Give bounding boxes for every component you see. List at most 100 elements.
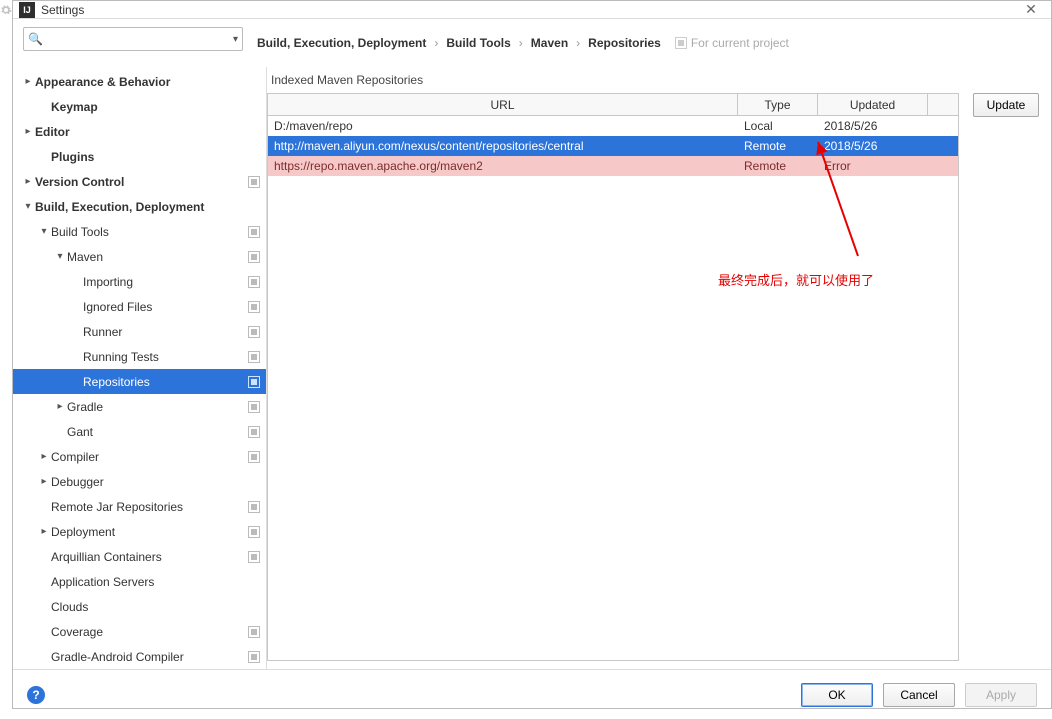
tree-item-label: Build, Execution, Deployment — [35, 200, 260, 214]
tree-item-label: Arquillian Containers — [51, 550, 248, 564]
module-icon — [248, 451, 260, 463]
tree-item-plugins[interactable]: Plugins — [13, 144, 266, 169]
help-icon[interactable]: ? — [27, 686, 45, 704]
cell-updated: 2018/5/26 — [818, 116, 928, 136]
tree-item-gradle[interactable]: ▸Gradle — [13, 394, 266, 419]
twisty-icon: ▸ — [37, 451, 51, 462]
module-icon — [248, 226, 260, 238]
ok-button[interactable]: OK — [801, 683, 873, 707]
tree-item-ignored-files[interactable]: Ignored Files — [13, 294, 266, 319]
search-input-wrap[interactable]: 🔍 ▾ — [23, 27, 243, 51]
tree-item-application-servers[interactable]: Application Servers — [13, 569, 266, 594]
update-button[interactable]: Update — [973, 93, 1039, 117]
col-spacer — [928, 94, 958, 115]
tree-item-arquillian-containers[interactable]: Arquillian Containers — [13, 544, 266, 569]
tree-item-appearance-behavior[interactable]: ▸Appearance & Behavior — [13, 69, 266, 94]
tree-item-importing[interactable]: Importing — [13, 269, 266, 294]
tree-item-label: Runner — [83, 325, 248, 339]
tree-item-editor[interactable]: ▸Editor — [13, 119, 266, 144]
tree-item-repositories[interactable]: Repositories — [13, 369, 266, 394]
module-icon — [248, 301, 260, 313]
cell-type: Remote — [738, 156, 818, 176]
crumb-0[interactable]: Build, Execution, Deployment — [257, 36, 426, 50]
table-header: URL Type Updated — [268, 94, 958, 116]
breadcrumb: Build, Execution, Deployment › Build Too… — [253, 19, 1051, 67]
twisty-icon: ▾ — [21, 201, 35, 212]
tree-item-label: Build Tools — [51, 225, 248, 239]
settings-dialog: IJ Settings ✕ 🔍 ▾ Build, Execution, Depl… — [12, 0, 1052, 709]
cell-url: http://maven.aliyun.com/nexus/content/re… — [268, 136, 738, 156]
cell-type: Remote — [738, 136, 818, 156]
cell-spacer — [928, 156, 958, 176]
app-icon: IJ — [19, 2, 35, 18]
repositories-table: URL Type Updated D:/maven/repoLocal2018/… — [267, 93, 959, 661]
module-icon — [248, 551, 260, 563]
chevron-right-icon: › — [576, 36, 580, 50]
tree-item-clouds[interactable]: Clouds — [13, 594, 266, 619]
apply-button[interactable]: Apply — [965, 683, 1037, 707]
module-icon — [248, 526, 260, 538]
table-row[interactable]: D:/maven/repoLocal2018/5/26 — [268, 116, 958, 136]
tree-item-running-tests[interactable]: Running Tests — [13, 344, 266, 369]
module-icon — [248, 501, 260, 513]
col-updated[interactable]: Updated — [818, 94, 928, 115]
module-icon — [248, 426, 260, 438]
tree-item-label: Maven — [67, 250, 248, 264]
close-icon[interactable]: ✕ — [1017, 1, 1045, 18]
module-icon — [248, 276, 260, 288]
dialog-footer: ? OK Cancel Apply — [13, 669, 1051, 719]
tree-item-debugger[interactable]: ▸Debugger — [13, 469, 266, 494]
tree-item-coverage[interactable]: Coverage — [13, 619, 266, 644]
tree-item-label: Ignored Files — [83, 300, 248, 314]
cell-url: https://repo.maven.apache.org/maven2 — [268, 156, 738, 176]
tree-item-compiler[interactable]: ▸Compiler — [13, 444, 266, 469]
tree-item-label: Compiler — [51, 450, 248, 464]
search-input[interactable] — [45, 32, 233, 46]
tree-item-label: Keymap — [51, 100, 260, 114]
section-title: Indexed Maven Repositories — [267, 69, 1039, 93]
tree-item-deployment[interactable]: ▸Deployment — [13, 519, 266, 544]
twisty-icon: ▸ — [53, 401, 67, 412]
col-type[interactable]: Type — [738, 94, 818, 115]
tree-item-build-tools[interactable]: ▾Build Tools — [13, 219, 266, 244]
twisty-icon: ▸ — [37, 526, 51, 537]
twisty-icon: ▸ — [21, 176, 35, 187]
tree-item-gant[interactable]: Gant — [13, 419, 266, 444]
for-current-project: For current project — [675, 36, 789, 50]
gear-icon — [0, 4, 12, 16]
tree-item-build-execution-deployment[interactable]: ▾Build, Execution, Deployment — [13, 194, 266, 219]
crumb-2[interactable]: Maven — [531, 36, 568, 50]
tree-item-label: Plugins — [51, 150, 260, 164]
tree-item-keymap[interactable]: Keymap — [13, 94, 266, 119]
settings-tree[interactable]: ▸Appearance & BehaviorKeymap▸EditorPlugi… — [13, 67, 267, 669]
tree-item-runner[interactable]: Runner — [13, 319, 266, 344]
col-url[interactable]: URL — [268, 94, 738, 115]
tree-item-gradle-android-compiler[interactable]: Gradle-Android Compiler — [13, 644, 266, 669]
tree-item-label: Debugger — [51, 475, 260, 489]
tree-item-label: Editor — [35, 125, 260, 139]
tree-item-label: Clouds — [51, 600, 260, 614]
titlebar: IJ Settings ✕ — [13, 1, 1051, 19]
tree-item-maven[interactable]: ▾Maven — [13, 244, 266, 269]
crumb-1[interactable]: Build Tools — [446, 36, 510, 50]
tree-item-label: Remote Jar Repositories — [51, 500, 248, 514]
chevron-down-icon[interactable]: ▾ — [233, 34, 238, 45]
tree-item-label: Application Servers — [51, 575, 260, 589]
cell-spacer — [928, 116, 958, 136]
window-title: Settings — [41, 3, 84, 17]
tree-item-version-control[interactable]: ▸Version Control — [13, 169, 266, 194]
module-icon — [248, 351, 260, 363]
module-icon — [248, 401, 260, 413]
cancel-button[interactable]: Cancel — [883, 683, 955, 707]
twisty-icon: ▾ — [37, 226, 51, 237]
search-container: 🔍 ▾ — [13, 19, 253, 67]
tree-item-label: Appearance & Behavior — [35, 75, 260, 89]
twisty-icon: ▸ — [37, 476, 51, 487]
module-icon — [248, 376, 260, 388]
tree-item-remote-jar-repositories[interactable]: Remote Jar Repositories — [13, 494, 266, 519]
twisty-icon: ▾ — [53, 251, 67, 262]
tree-item-label: Version Control — [35, 175, 248, 189]
annotation-arrow — [808, 136, 868, 266]
tree-item-label: Deployment — [51, 525, 248, 539]
cell-spacer — [928, 136, 958, 156]
